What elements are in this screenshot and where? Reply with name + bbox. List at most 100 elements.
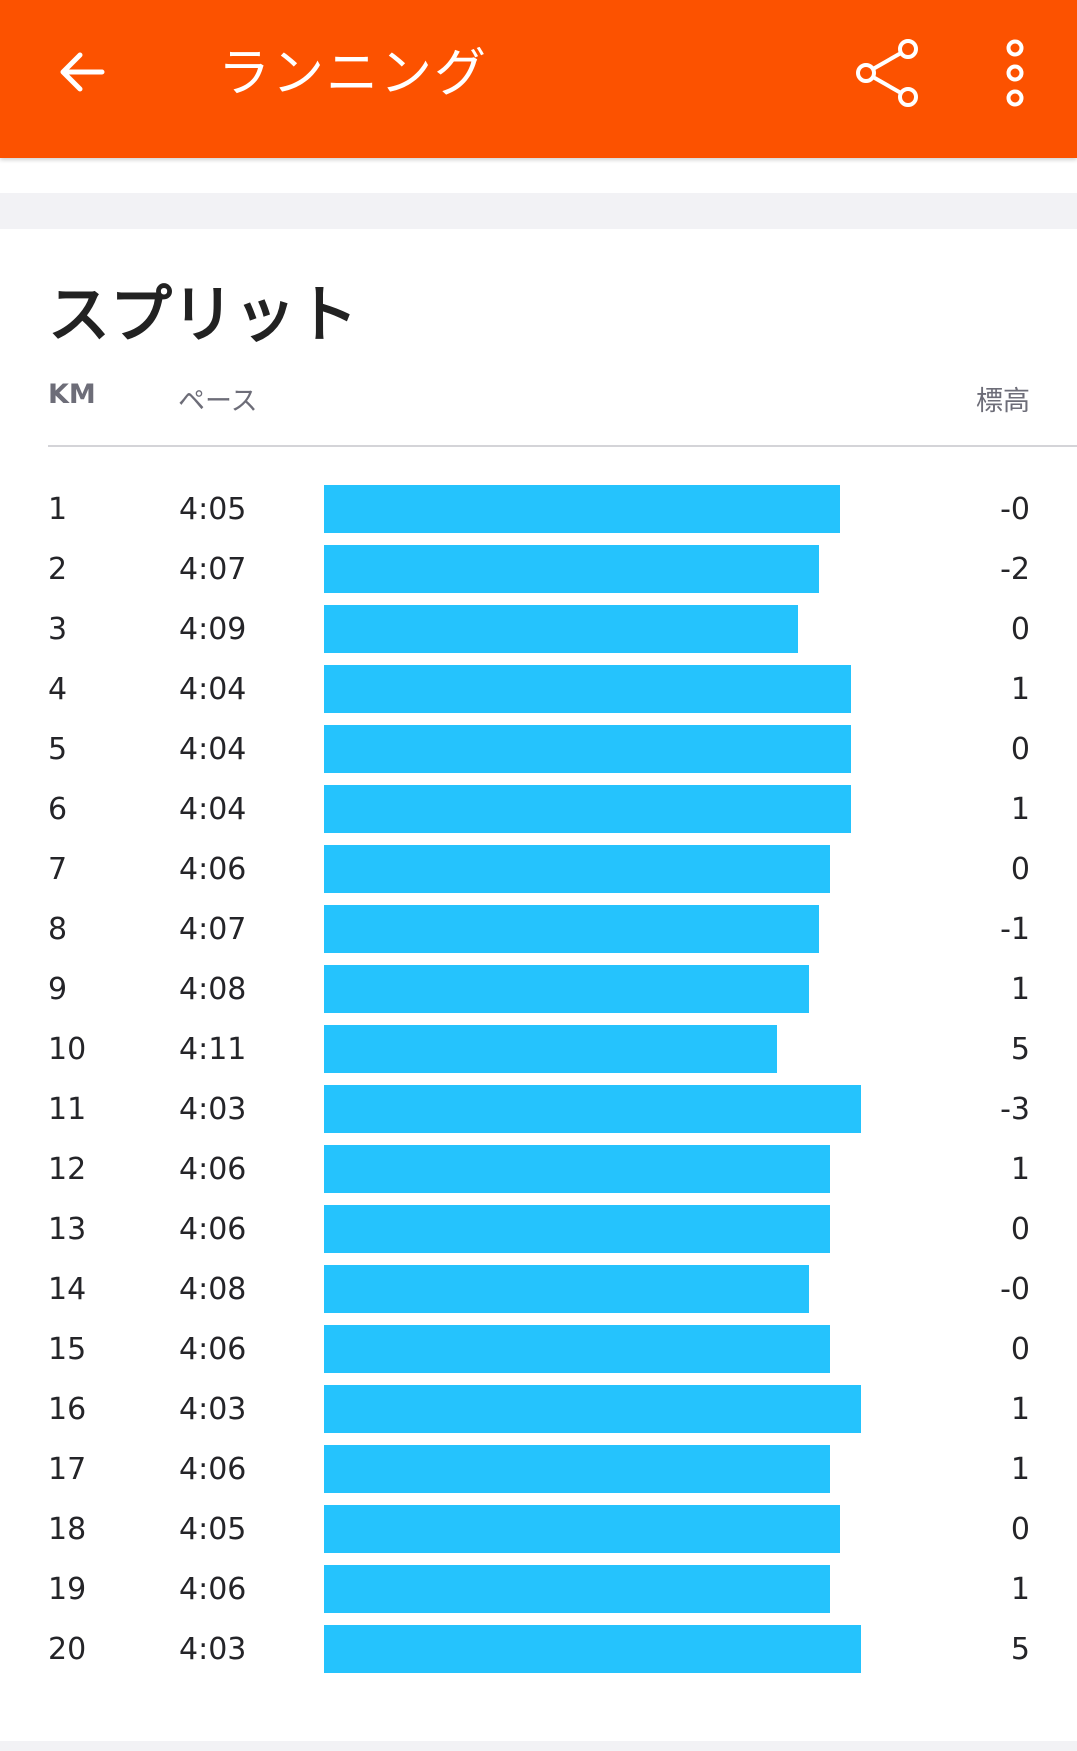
- split-km: 12: [48, 1152, 87, 1187]
- pace-bar-track: [324, 725, 924, 773]
- split-elevation: 5: [1010, 1032, 1030, 1067]
- pace-bar: [324, 725, 851, 773]
- split-pace: 4:03: [179, 1392, 247, 1427]
- split-km: 2: [48, 552, 68, 587]
- split-pace: 4:08: [179, 972, 247, 1007]
- split-km: 20: [48, 1632, 87, 1667]
- share-button[interactable]: [850, 36, 924, 110]
- pace-bar: [324, 1565, 830, 1613]
- split-elevation: 1: [1010, 972, 1030, 1007]
- split-elevation: 1: [1010, 792, 1030, 827]
- pace-bar: [324, 545, 819, 593]
- split-elevation: 0: [1010, 1212, 1030, 1247]
- splits-list: 1 4:05 -0 2 4:07 -2 3 4:09 0 4 4:04 1 5 4:04 0 6 4:04 1 7 4…: [0, 482, 1077, 1682]
- split-row: 6 4:04 1: [0, 782, 1077, 842]
- split-km: 6: [48, 792, 68, 827]
- split-row: 18 4:05 0: [0, 1502, 1077, 1562]
- pace-bar: [324, 1025, 777, 1073]
- pace-bar-track: [324, 485, 924, 533]
- split-elevation: -0: [1000, 1272, 1030, 1307]
- pace-bar-track: [324, 1385, 924, 1433]
- splits-title: スプリット: [48, 278, 359, 351]
- split-km: 15: [48, 1332, 87, 1367]
- split-row: 1 4:05 -0: [0, 482, 1077, 542]
- pace-bar: [324, 1325, 830, 1373]
- split-km: 17: [48, 1452, 87, 1487]
- split-pace: 4:03: [179, 1632, 247, 1667]
- split-pace: 4:06: [179, 1452, 247, 1487]
- pace-bar: [324, 1145, 830, 1193]
- split-km: 1: [48, 492, 68, 527]
- split-km: 3: [48, 612, 68, 647]
- split-row: 19 4:06 1: [0, 1562, 1077, 1622]
- pace-bar-track: [324, 1085, 924, 1133]
- pace-bar: [324, 965, 809, 1013]
- pace-column-header: ペース: [178, 386, 258, 417]
- app-bar: ランニング: [0, 0, 1077, 158]
- split-pace: 4:06: [179, 852, 247, 887]
- pace-bar-track: [324, 545, 924, 593]
- split-km: 16: [48, 1392, 87, 1427]
- bottom-separator: [0, 1741, 1077, 1751]
- split-km: 10: [48, 1032, 87, 1067]
- split-pace: 4:11: [179, 1032, 247, 1067]
- pace-bar-track: [324, 1625, 924, 1673]
- split-row: 12 4:06 1: [0, 1142, 1077, 1202]
- split-pace: 4:05: [179, 492, 247, 527]
- split-km: 4: [48, 672, 68, 707]
- split-km: 7: [48, 852, 68, 887]
- pace-bar-track: [324, 965, 924, 1013]
- split-elevation: 0: [1010, 732, 1030, 767]
- pace-bar-track: [324, 1565, 924, 1613]
- split-elevation: 1: [1010, 672, 1030, 707]
- split-pace: 4:06: [179, 1152, 247, 1187]
- split-pace: 4:08: [179, 1272, 247, 1307]
- more-options-button[interactable]: [990, 36, 1040, 110]
- split-pace: 4:04: [179, 792, 247, 827]
- splits-header: KM ペース 標高: [48, 379, 1030, 429]
- pace-bar: [324, 905, 819, 953]
- elevation-column-header: 標高: [976, 386, 1030, 417]
- split-pace: 4:04: [179, 672, 247, 707]
- back-button[interactable]: [50, 40, 114, 104]
- split-row: 3 4:09 0: [0, 602, 1077, 662]
- split-elevation: -1: [1000, 912, 1030, 947]
- split-row: 14 4:08 -0: [0, 1262, 1077, 1322]
- split-pace: 4:04: [179, 732, 247, 767]
- split-elevation: 5: [1010, 1632, 1030, 1667]
- pace-bar: [324, 1445, 830, 1493]
- pace-bar-track: [324, 1325, 924, 1373]
- split-elevation: 0: [1010, 1332, 1030, 1367]
- splits-card: スプリット KM ペース 標高 1 4:05 -0 2 4:07 -2 3 4:09 0 4 4:0…: [0, 229, 1077, 1741]
- header-divider: [48, 445, 1077, 447]
- split-km: 8: [48, 912, 68, 947]
- pace-bar: [324, 1265, 809, 1313]
- split-km: 18: [48, 1512, 87, 1547]
- pace-bar-track: [324, 1445, 924, 1493]
- pace-bar-track: [324, 1265, 924, 1313]
- section-separator: [0, 193, 1077, 229]
- split-km: 13: [48, 1212, 87, 1247]
- split-pace: 4:07: [179, 912, 247, 947]
- split-elevation: 0: [1010, 1512, 1030, 1547]
- split-elevation: -2: [1000, 552, 1030, 587]
- split-elevation: -3: [1000, 1092, 1030, 1127]
- pace-bar: [324, 1625, 861, 1673]
- pace-bar-track: [324, 905, 924, 953]
- pace-bar-track: [324, 1145, 924, 1193]
- split-row: 9 4:08 1: [0, 962, 1077, 1022]
- split-row: 17 4:06 1: [0, 1442, 1077, 1502]
- split-pace: 4:06: [179, 1212, 247, 1247]
- pace-bar: [324, 665, 851, 713]
- split-pace: 4:06: [179, 1572, 247, 1607]
- pace-bar: [324, 1205, 830, 1253]
- pace-bar-track: [324, 1505, 924, 1553]
- pace-bar-track: [324, 605, 924, 653]
- arrow-left-icon: [60, 52, 105, 92]
- page-title: ランニング: [218, 44, 489, 104]
- split-row: 20 4:03 5: [0, 1622, 1077, 1682]
- split-elevation: 1: [1010, 1152, 1030, 1187]
- split-row: 8 4:07 -1: [0, 902, 1077, 962]
- split-km: 11: [48, 1092, 87, 1127]
- split-elevation: 0: [1010, 612, 1030, 647]
